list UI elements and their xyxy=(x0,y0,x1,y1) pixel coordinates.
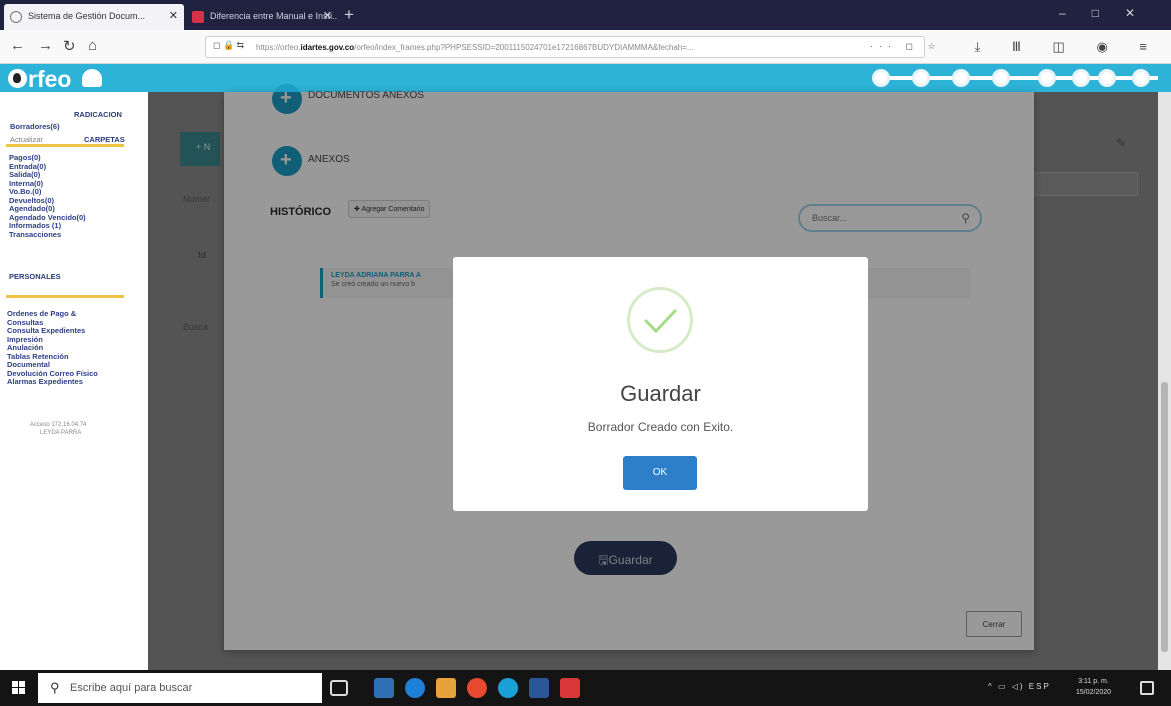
header-user-icon[interactable] xyxy=(872,69,890,87)
clock-date: 15/02/2020 xyxy=(1076,689,1112,696)
header-icon-bar xyxy=(868,69,1168,87)
task-view-icon[interactable] xyxy=(330,680,348,696)
tab-title: Diferencia entre Manual e Insti... xyxy=(210,11,338,21)
browser-tab-active[interactable]: Sistema de Gestión Docum... ✕ xyxy=(4,4,184,30)
windows-start-icon[interactable] xyxy=(12,681,26,695)
window-controls[interactable]: –□✕ xyxy=(1059,6,1161,20)
tab-favicon-icon xyxy=(192,11,204,23)
windows-taskbar: ⚲ Escribe aquí para buscar ^ ▭ ◁) ESP 3:… xyxy=(0,670,1171,706)
url-security-icons: ◻ 🔒 ⇆ xyxy=(213,40,245,50)
reload-icon[interactable]: ↻ xyxy=(63,37,76,55)
browser-tab-bar: Sistema de Gestión Docum... ✕ Diferencia… xyxy=(0,0,1171,30)
url-domain: idartes.gov.co xyxy=(300,43,355,52)
word-icon[interactable] xyxy=(529,678,549,698)
tab-close-icon[interactable]: ✕ xyxy=(169,9,178,22)
sidebar-carpetas: CARPETAS xyxy=(84,135,125,144)
sidebar-actualizar[interactable]: Actualizar xyxy=(10,135,43,144)
browser-toolbar-icons[interactable]: ⤓ Ⅲ ◫ ◉ ≡ xyxy=(975,39,1161,55)
search-icon: ⚲ xyxy=(50,680,60,695)
app-header: rfeo xyxy=(0,64,1171,92)
header-stats-icon[interactable] xyxy=(1038,69,1056,87)
browser-tab[interactable]: Diferencia entre Manual e Insti... ✕ xyxy=(186,4,338,30)
success-alert: Guardar Borrador Creado con Exito. OK xyxy=(453,257,868,511)
scrollbar-thumb[interactable] xyxy=(1161,382,1168,652)
ok-button[interactable]: OK xyxy=(623,456,697,490)
sidebar-menu-item[interactable]: Alarmas Expedientes xyxy=(7,378,83,386)
url-prefix: https://orfeo. xyxy=(256,43,301,52)
sidebar: RADICACION Borradores(6) Actualizar CARP… xyxy=(0,92,148,670)
news-app-icon[interactable] xyxy=(374,678,394,698)
sidebar-radicacion[interactable]: RADICACION xyxy=(74,110,122,119)
header-settings-icon[interactable] xyxy=(912,69,930,87)
back-arrow-icon[interactable]: ← xyxy=(10,37,25,54)
sidebar-divider xyxy=(6,144,124,147)
success-check-icon xyxy=(627,287,693,353)
sidebar-folder-item[interactable]: Transacciones xyxy=(9,230,61,239)
chrome-icon[interactable] xyxy=(467,678,487,698)
edge-browser-icon[interactable] xyxy=(405,678,425,698)
sidebar-folder-item[interactable]: Salida(0) xyxy=(9,171,40,179)
header-logout-icon[interactable] xyxy=(1132,69,1150,87)
logo-text: rfeo xyxy=(28,66,72,92)
new-tab-icon[interactable]: + xyxy=(344,5,354,25)
header-info-icon[interactable] xyxy=(992,69,1010,87)
header-help-icon[interactable] xyxy=(952,69,970,87)
clock-time: 3:11 p. m. xyxy=(1078,678,1109,685)
sidebar-folder-item[interactable]: Informados (1) xyxy=(9,222,61,230)
url-bar[interactable]: https://orfeo.idartes.gov.co/orfeo/index… xyxy=(205,36,925,58)
sidebar-borradores[interactable]: Borradores(6) xyxy=(10,122,60,131)
taskbar-search-input[interactable]: ⚲ Escribe aquí para buscar xyxy=(38,673,322,703)
tray-language[interactable]: ESP xyxy=(1029,682,1051,691)
sidebar-folder-item[interactable]: Pagos(0) xyxy=(9,154,41,162)
taskbar-clock[interactable]: 3:11 p. m. 15/02/2020 xyxy=(1076,676,1111,698)
file-explorer-icon[interactable] xyxy=(436,678,456,698)
header-mail-icon[interactable] xyxy=(1072,69,1090,87)
browser-nav-bar: ← → ↻ ⌂ https://orfeo.idartes.gov.co/orf… xyxy=(0,30,1171,64)
sidebar-footer-user: LEYDA PARRA xyxy=(40,430,82,436)
browser-app-icon[interactable] xyxy=(498,678,518,698)
page-scrollbar[interactable] xyxy=(1158,92,1171,670)
pdf-reader-icon[interactable] xyxy=(560,678,580,698)
tab-title: Sistema de Gestión Docum... xyxy=(28,11,146,21)
tab-favicon-icon xyxy=(10,11,22,23)
sidebar-folder-item[interactable]: Agendado(0) xyxy=(9,205,55,213)
alert-message: Borrador Creado con Exito. xyxy=(587,420,734,434)
sidebar-menu-item[interactable]: Documental xyxy=(7,361,50,369)
sidebar-menu-item[interactable]: Anulación xyxy=(7,344,43,352)
home-icon[interactable]: ⌂ xyxy=(88,37,97,54)
header-network-icon[interactable] xyxy=(1098,69,1116,87)
sidebar-personales[interactable]: PERSONALES xyxy=(9,272,61,281)
logo-o-icon xyxy=(8,69,27,88)
alert-title: Guardar xyxy=(620,381,701,406)
url-path: /orfeo/index_frames.php?PHPSESSID=200111… xyxy=(354,43,694,52)
notification-icon[interactable] xyxy=(1140,681,1154,695)
sidebar-divider xyxy=(6,295,124,298)
sidebar-footer-ip: Acceso 172.16.04.74 xyxy=(30,422,87,428)
taskbar-search-placeholder: Escribe aquí para buscar xyxy=(70,682,193,694)
dashboard-gauge-icon[interactable] xyxy=(82,69,102,87)
system-tray[interactable]: ^ ▭ ◁) ESP xyxy=(988,682,1051,691)
sidebar-folder-item[interactable]: Vo.Bo.(0) xyxy=(9,188,41,196)
url-actions-icons[interactable]: ··· ◻ ☆ xyxy=(870,41,942,52)
tab-close-icon[interactable]: ✕ xyxy=(323,9,332,22)
forward-arrow-icon[interactable]: → xyxy=(38,37,53,54)
sidebar-menu-item[interactable]: Consulta Expedientes xyxy=(7,327,85,335)
screen: Sistema de Gestión Docum... ✕ Diferencia… xyxy=(0,0,1171,706)
orfeo-logo: rfeo xyxy=(8,66,71,93)
sidebar-menu-item[interactable]: Ordenes de Pago & xyxy=(7,310,76,318)
